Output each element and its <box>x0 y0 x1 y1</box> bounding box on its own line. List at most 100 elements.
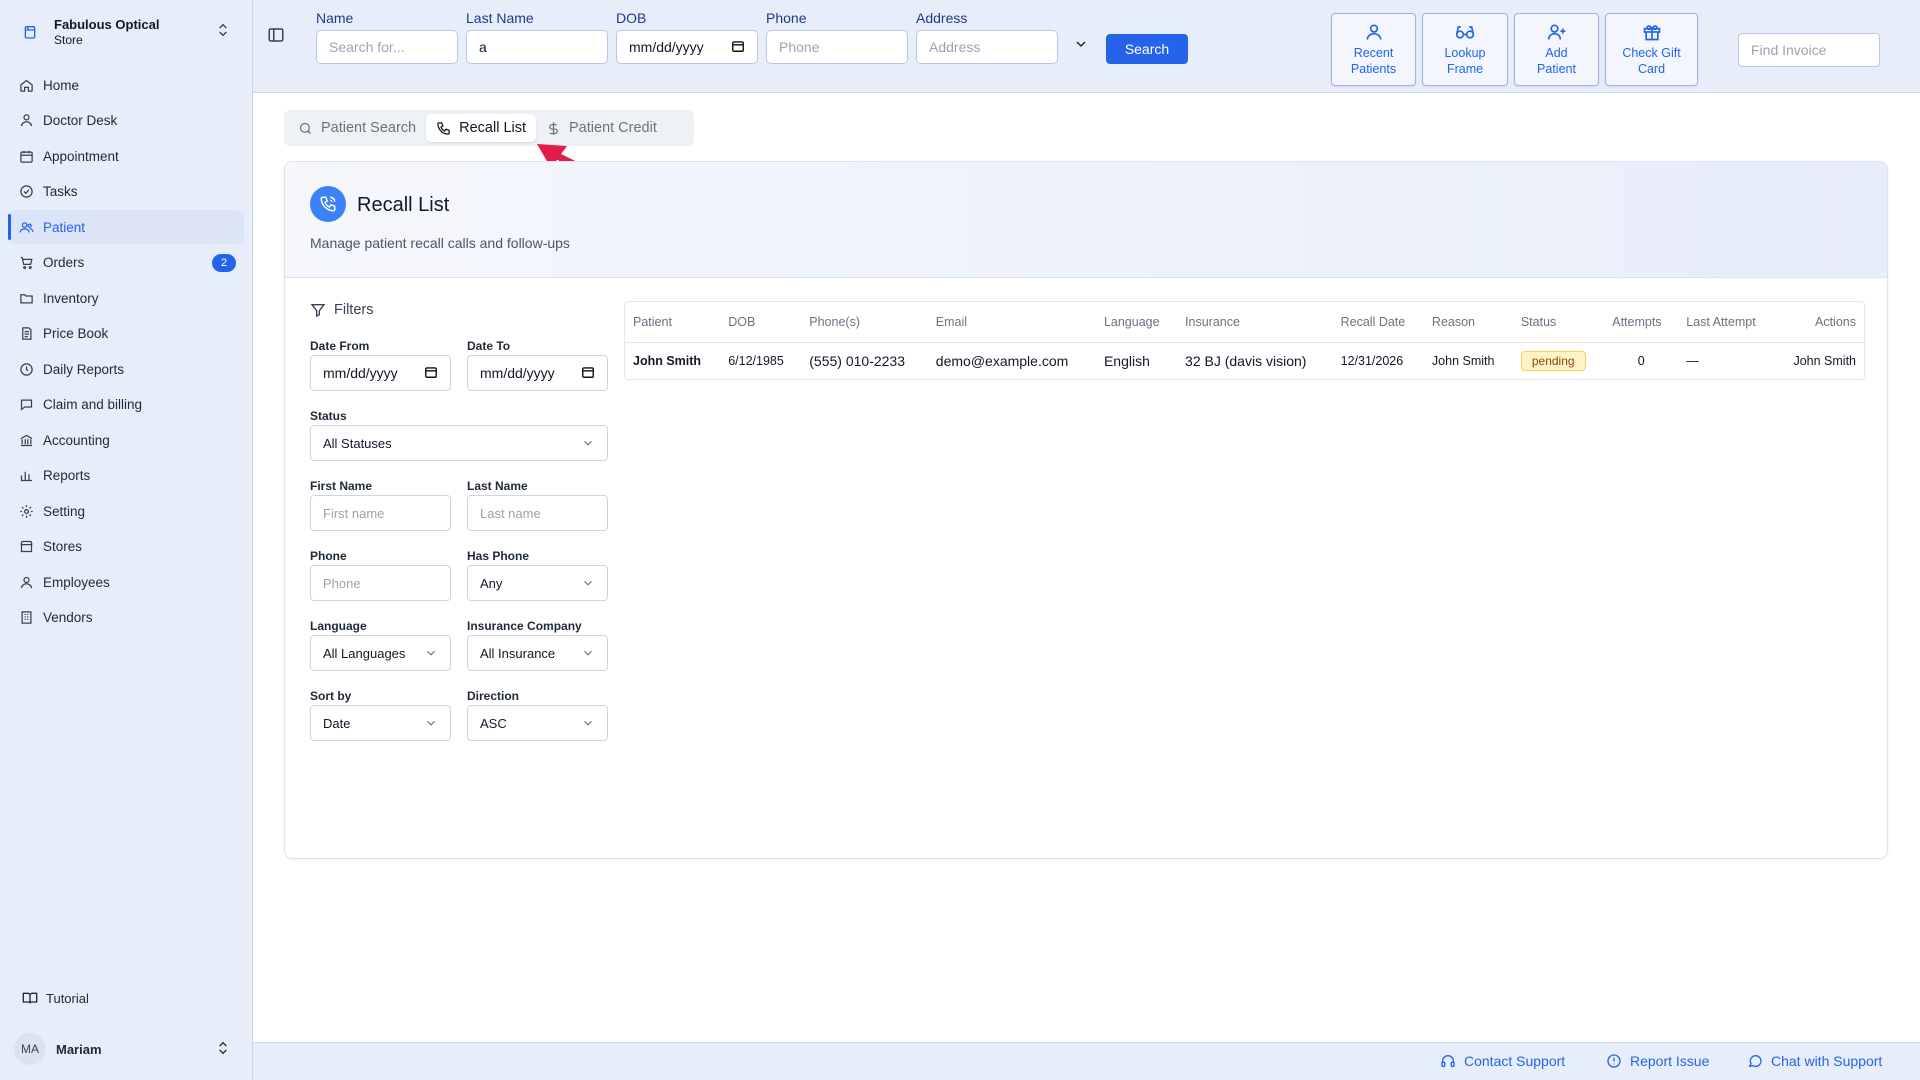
sidebar-item-reports[interactable]: Reports <box>8 459 244 493</box>
store-switcher[interactable]: Fabulous Optical Store <box>14 10 239 54</box>
direction-select[interactable]: ASC <box>467 705 608 741</box>
report-issue-link[interactable]: Report Issue <box>1606 1053 1709 1069</box>
tab-patient-credit[interactable]: Patient Credit <box>536 114 667 142</box>
search-button[interactable]: Search <box>1106 34 1188 64</box>
insurance-select[interactable]: All Insurance <box>467 635 608 671</box>
sidebar-item-label: Home <box>43 77 80 93</box>
address-input[interactable]: Address <box>916 30 1058 64</box>
sidebar-item-inventory[interactable]: Inventory <box>8 281 244 315</box>
user-name: Mariam <box>56 1041 102 1057</box>
column-header[interactable]: Reason <box>1423 302 1513 343</box>
check-gift-card-line2: Card <box>1637 61 1666 76</box>
user-menu[interactable]: MA Mariam <box>14 1032 239 1066</box>
table-row[interactable]: John Smith 6/12/1985 (555) 010-2233 demo… <box>625 342 1864 380</box>
find-invoice-input[interactable]: Find Invoice <box>1738 33 1880 67</box>
sidebar-item-label: Accounting <box>43 432 110 448</box>
lookup-frame-button[interactable]: Lookup Frame <box>1422 13 1508 86</box>
sort-by-select[interactable]: Date <box>310 705 451 741</box>
cell-language: English <box>1103 353 1150 370</box>
gift-icon <box>1642 22 1662 42</box>
tutorial-link[interactable]: Tutorial <box>22 990 89 1006</box>
recent-patients-line2: Patients <box>1350 61 1397 76</box>
sidebar-item-claim-billing[interactable]: Claim and billing <box>8 388 244 422</box>
column-header[interactable]: Email <box>927 302 1096 343</box>
sidebar-item-label: Employees <box>43 574 110 590</box>
check-gift-card-button[interactable]: Check Gift Card <box>1605 13 1698 86</box>
chevron-down-icon[interactable] <box>1073 36 1089 55</box>
column-header[interactable]: Patient <box>625 302 721 343</box>
status-value: All Statuses <box>323 435 392 451</box>
date-from-input[interactable]: mm/dd/yyyy <box>310 355 451 391</box>
sidebar-item-orders[interactable]: Orders 2 <box>8 246 244 280</box>
sidebar-item-appointment[interactable]: Appointment <box>8 139 244 173</box>
contact-support-link[interactable]: Contact Support <box>1440 1053 1565 1069</box>
phone-filter-input[interactable]: Phone <box>310 565 451 601</box>
calendar-icon <box>17 147 35 165</box>
has-phone-select[interactable]: Any <box>467 565 608 601</box>
last-name-filter-input[interactable]: Last name <box>467 495 608 531</box>
status-select[interactable]: All Statuses <box>310 425 608 461</box>
column-header[interactable]: Actions <box>1775 302 1864 343</box>
chevron-down-icon <box>581 576 595 590</box>
calendar-icon[interactable] <box>731 39 745 56</box>
cell-actions[interactable]: John Smith <box>1775 342 1864 380</box>
user-icon <box>17 573 35 591</box>
name-input[interactable]: Search for... <box>316 30 458 64</box>
sidebar-item-price-book[interactable]: Price Book <box>8 317 244 351</box>
last-name-input[interactable]: a <box>466 30 608 64</box>
column-header[interactable]: Phone(s) <box>801 302 928 343</box>
column-header[interactable]: Attempts <box>1604 302 1679 343</box>
chat-support-link[interactable]: Chat with Support <box>1747 1053 1882 1069</box>
cell-patient[interactable]: John Smith <box>625 342 720 380</box>
add-patient-button[interactable]: Add Patient <box>1514 13 1599 86</box>
cell-email: demo@example.com <box>935 353 1069 370</box>
column-header[interactable]: Insurance <box>1177 302 1333 343</box>
column-header[interactable]: Language <box>1095 302 1178 343</box>
column-header[interactable]: Last Attempt <box>1678 302 1775 343</box>
language-select[interactable]: All Languages <box>310 635 451 671</box>
tab-patient-search[interactable]: Patient Search <box>288 114 426 142</box>
sidebar-item-setting[interactable]: Setting <box>8 494 244 528</box>
tutorial-label: Tutorial <box>46 990 89 1006</box>
page-title: Recall List <box>357 194 450 216</box>
sidebar-item-tasks[interactable]: Tasks <box>8 175 244 209</box>
sidebar-item-label: Patient <box>43 219 86 235</box>
recent-patients-button[interactable]: Recent Patients <box>1331 13 1416 86</box>
calendar-icon[interactable] <box>424 365 438 382</box>
column-header[interactable]: DOB <box>720 302 802 343</box>
sidebar-item-label: Orders <box>43 255 85 270</box>
store-name: Fabulous Optical <box>54 17 160 32</box>
cell-recall-date: 12/31/2026 <box>1340 354 1404 369</box>
sidebar-item-label: Doctor Desk <box>43 113 118 128</box>
sidebar-item-doctor-desk[interactable]: Doctor Desk <box>8 104 244 138</box>
store-icon <box>14 16 46 48</box>
sidebar-item-label: Tasks <box>43 184 78 199</box>
date-to-value: mm/dd/yyyy <box>480 365 555 381</box>
first-name-input[interactable]: First name <box>310 495 451 531</box>
last-name-filter-label: Last Name <box>467 479 528 493</box>
column-header[interactable]: Status <box>1512 302 1605 343</box>
sidebar-item-daily-reports[interactable]: Daily Reports <box>8 352 244 386</box>
sidebar-item-label: Setting <box>43 503 86 519</box>
phone-input[interactable]: Phone <box>766 30 908 64</box>
sidebar-item-accounting[interactable]: Accounting <box>8 423 244 457</box>
calendar-icon[interactable] <box>581 365 595 382</box>
column-header[interactable]: Recall Date <box>1332 302 1424 343</box>
gear-icon <box>17 502 35 520</box>
tab-recall-list[interactable]: Recall List <box>426 114 537 142</box>
chevron-down-icon <box>424 716 438 730</box>
sidebar-toggle-icon[interactable] <box>267 26 289 48</box>
sidebar-item-vendors[interactable]: Vendors <box>8 601 244 635</box>
sidebar-item-employees[interactable]: Employees <box>8 565 244 599</box>
sidebar-item-stores[interactable]: Stores <box>8 530 244 564</box>
dob-input[interactable]: mm/dd/yyyy <box>616 30 758 64</box>
tab-label: Patient Search <box>321 120 417 136</box>
chevrons-updown-icon <box>215 1040 231 1059</box>
status-label: Status <box>310 409 347 423</box>
card-header: Recall List Manage patient recall calls … <box>285 162 1887 278</box>
phone-call-icon <box>310 186 346 222</box>
sidebar-item-home[interactable]: Home <box>8 68 244 102</box>
date-to-input[interactable]: mm/dd/yyyy <box>467 355 608 391</box>
chevron-down-icon <box>581 716 595 730</box>
sidebar-item-patient[interactable]: Patient <box>8 210 244 244</box>
